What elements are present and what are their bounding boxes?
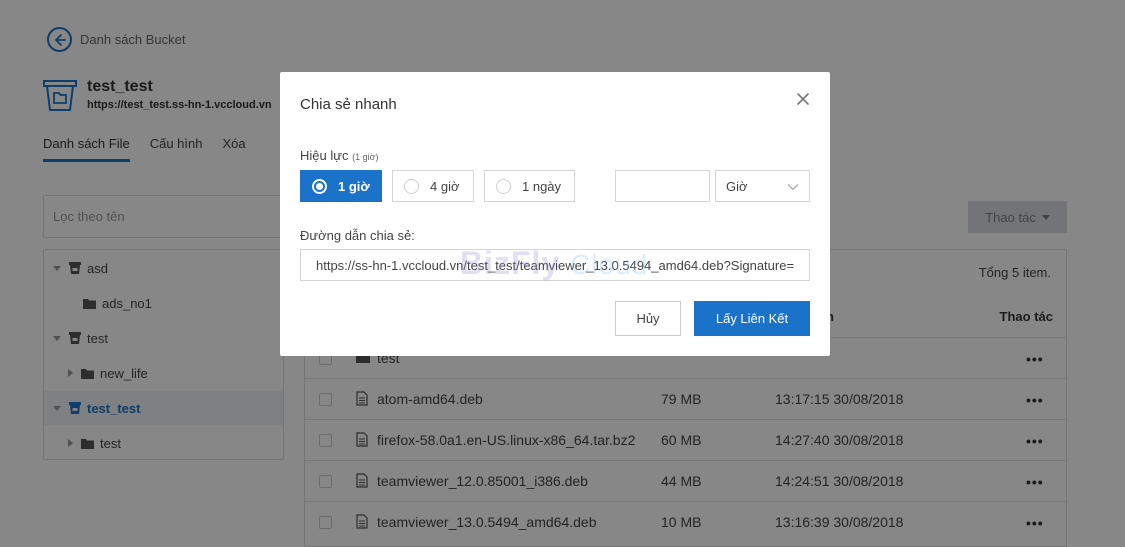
validity-label: Hiệu lực (1 giờ) bbox=[300, 148, 379, 163]
option-label: 1 giờ bbox=[338, 178, 370, 194]
validity-hint: (1 giờ) bbox=[352, 152, 379, 162]
share-link-field[interactable] bbox=[300, 249, 810, 281]
option-1-hour[interactable]: 1 giờ bbox=[300, 170, 382, 202]
option-1-day[interactable]: 1 ngày bbox=[484, 170, 575, 202]
radio-unchecked-icon bbox=[404, 178, 419, 194]
option-label: 1 ngày bbox=[522, 178, 562, 194]
radio-checked-icon bbox=[312, 178, 327, 194]
close-icon[interactable] bbox=[794, 90, 812, 108]
quick-share-dialog: Chia sẻ nhanh Hiệu lực (1 giờ) 1 giờ 4 g… bbox=[280, 72, 830, 356]
unit-selected-value: Giờ bbox=[726, 178, 748, 194]
radio-unchecked-icon bbox=[496, 178, 511, 194]
get-link-button[interactable]: Lấy Liên Kết bbox=[694, 301, 810, 336]
option-label: 4 giờ bbox=[430, 178, 460, 194]
duration-unit-select[interactable]: Giờ bbox=[715, 170, 810, 202]
chevron-down-icon bbox=[787, 179, 799, 194]
custom-duration-input[interactable] bbox=[615, 170, 710, 202]
share-link-label: Đường dẫn chia sẻ: bbox=[300, 228, 415, 243]
cancel-button[interactable]: Hủy bbox=[615, 301, 681, 336]
option-4-hours[interactable]: 4 giờ bbox=[392, 170, 474, 202]
dialog-title: Chia sẻ nhanh bbox=[300, 96, 397, 113]
